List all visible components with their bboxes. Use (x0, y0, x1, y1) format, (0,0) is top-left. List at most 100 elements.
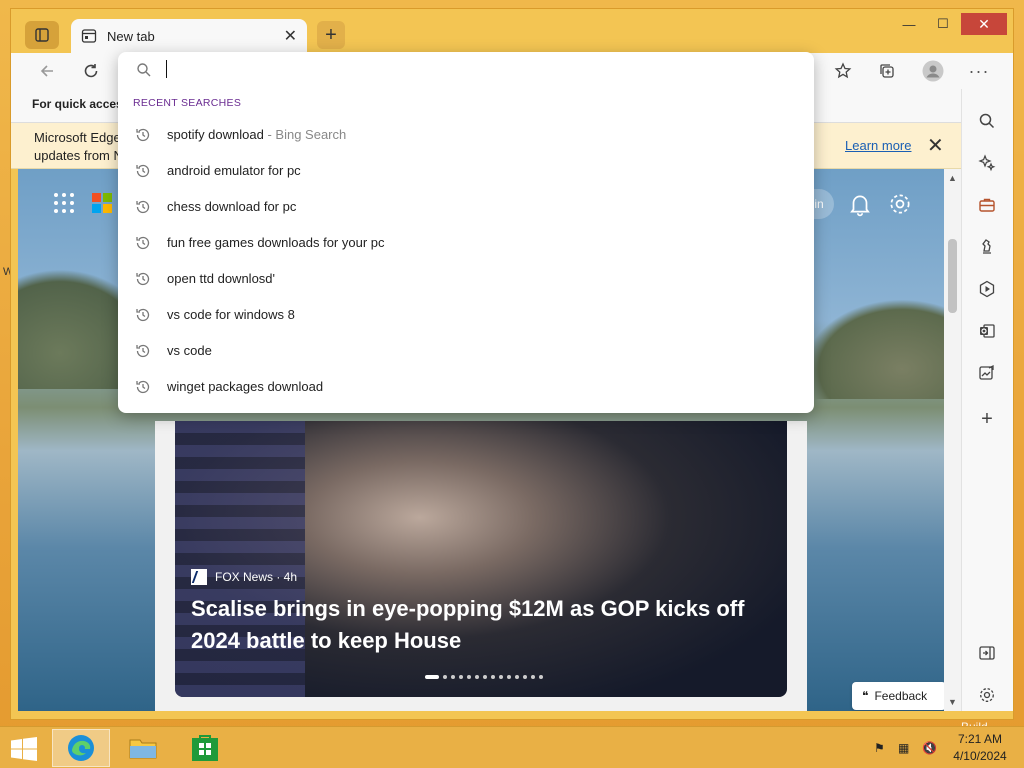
taskbar-edge-button[interactable] (52, 729, 110, 767)
history-clock-icon (136, 236, 150, 250)
briefcase-icon (979, 198, 995, 212)
window-close-button[interactable]: ✕ (961, 13, 1007, 35)
address-bar[interactable] (118, 52, 814, 88)
tab-title: New tab (107, 28, 155, 44)
clock-time: 7:21 AM (957, 732, 1003, 746)
collections-icon (880, 64, 894, 78)
sidebar-outlook-button[interactable] (975, 319, 999, 343)
suggestion-text: android emulator for pc (167, 163, 301, 178)
carousel-dots[interactable] (425, 675, 543, 679)
suggestion-item[interactable]: spotify download - Bing Search (118, 117, 814, 153)
suggestion-text: open ttd downlosd' (167, 271, 276, 286)
sidebar-add-button[interactable]: + (975, 407, 999, 431)
suggestion-item[interactable]: fun free games downloads for your pc (118, 225, 814, 261)
suggestion-item[interactable]: open ttd downlosd' (118, 261, 814, 297)
plus-icon: + (981, 407, 993, 430)
collections-button[interactable] (873, 58, 901, 84)
plus-icon: + (325, 23, 337, 46)
taskbar: ⚑ ▦ 🔇 7:21 AM 4/10/2024 (0, 726, 1024, 768)
favorites-button[interactable] (829, 58, 857, 84)
action-center-flag-icon[interactable]: ⚑ (874, 741, 885, 755)
profile-button[interactable] (919, 58, 947, 84)
system-clock[interactable]: 7:21 AM 4/10/2024 (950, 731, 1010, 765)
new-tab-button[interactable]: + (317, 21, 345, 49)
scroll-up-arrow-icon[interactable]: ▲ (948, 173, 957, 183)
learn-more-link[interactable]: Learn more (845, 138, 911, 153)
favorites-bar-text: For quick access (32, 97, 130, 111)
suggestion-item[interactable]: vs code for windows 8 (118, 297, 814, 333)
suggestion-item[interactable]: chess download for pc (118, 189, 814, 225)
network-icon[interactable]: ▦ (898, 741, 909, 755)
history-clock-icon (136, 128, 150, 142)
hide-sidebar-icon (979, 646, 995, 660)
recent-searches-header: RECENT SEARCHES (133, 97, 242, 109)
gear-icon (980, 688, 994, 702)
taskbar-store-button[interactable] (176, 729, 234, 767)
refresh-icon (84, 64, 98, 78)
suggestion-text: winget packages download (167, 379, 324, 394)
suggestion-item[interactable]: winget packages download (118, 369, 814, 405)
tab-close-icon[interactable]: ✕ (284, 26, 297, 46)
back-arrow-icon (40, 65, 53, 77)
history-clock-icon (136, 380, 150, 394)
news-feed: FOX News · 4h Scalise brings in eye-popp… (155, 421, 807, 711)
new-tab-icon (81, 29, 97, 43)
play-hexagon-icon (979, 280, 995, 298)
page-settings-gear-icon[interactable] (887, 191, 913, 217)
infobar-close-icon[interactable]: ✕ (927, 133, 944, 158)
sidebar-search-button[interactable] (975, 109, 999, 133)
suggestion-text: fun free games downloads for your pc (167, 235, 385, 250)
outlook-icon (980, 324, 995, 338)
sidebar-tools-button[interactable] (975, 193, 999, 217)
more-dots-icon: ··· (968, 60, 990, 81)
feedback-button[interactable]: ❝ Feedback (852, 682, 944, 710)
windows-logo-icon (11, 737, 37, 761)
back-button[interactable] (33, 58, 61, 84)
sidebar-settings-button[interactable] (975, 683, 999, 707)
taskbar-explorer-button[interactable] (114, 729, 172, 767)
suggestion-item[interactable]: android emulator for pc (118, 153, 814, 189)
image-edit-icon (979, 364, 994, 380)
notifications-bell-icon[interactable] (847, 191, 873, 217)
feedback-label: Feedback (874, 689, 928, 703)
scroll-down-arrow-icon[interactable]: ▼ (948, 697, 957, 707)
sidebar-collapse-button[interactable] (975, 641, 999, 665)
history-clock-icon (136, 344, 150, 358)
favorites-star-icon (834, 62, 852, 79)
news-headline[interactable]: Scalise brings in eye-popping $12M as GO… (191, 593, 781, 657)
app-launcher-icon[interactable] (54, 193, 74, 213)
tab-new-tab[interactable]: New tab ✕ (71, 19, 307, 53)
top-story-card[interactable]: FOX News · 4h Scalise brings in eye-popp… (175, 421, 787, 697)
sidebar-copilot-app-button[interactable] (975, 277, 999, 301)
store-icon (192, 735, 218, 761)
start-button[interactable] (10, 737, 38, 761)
sidebar-games-button[interactable] (975, 235, 999, 259)
sparkle-icon (978, 154, 996, 172)
page-scrollbar[interactable]: ▲ ▼ (944, 169, 961, 711)
search-icon (979, 113, 995, 129)
suggestion-item[interactable]: vs code (118, 333, 814, 369)
scrollbar-thumb[interactable] (948, 239, 957, 313)
minimize-button[interactable]: — (895, 13, 923, 35)
refresh-button[interactable] (77, 58, 105, 84)
maximize-button[interactable]: ☐ (929, 13, 957, 35)
address-bar-dropdown: RECENT SEARCHES spotify download - Bing … (118, 52, 814, 413)
suggestion-subtext: - Bing Search (267, 127, 347, 142)
search-icon (137, 63, 151, 77)
news-source-label: FOX News · 4h (215, 570, 298, 584)
history-clock-icon (136, 308, 150, 322)
tab-actions-button[interactable] (25, 21, 59, 49)
edge-sidebar: + (961, 89, 1013, 711)
microsoft-logo (92, 193, 112, 213)
edge-icon (68, 735, 94, 761)
suggestion-text: vs code for windows 8 (167, 307, 295, 322)
sidebar-drop-button[interactable] (975, 361, 999, 385)
suggestion-text: chess download for pc (167, 199, 297, 214)
settings-more-button[interactable]: ··· (965, 58, 993, 84)
sidebar-copilot-button[interactable] (975, 151, 999, 175)
avatar (922, 60, 944, 82)
history-clock-icon (136, 164, 150, 178)
volume-muted-icon[interactable]: 🔇 (922, 741, 937, 755)
news-source: FOX News · 4h (191, 569, 297, 585)
chess-piece-icon (982, 239, 991, 254)
